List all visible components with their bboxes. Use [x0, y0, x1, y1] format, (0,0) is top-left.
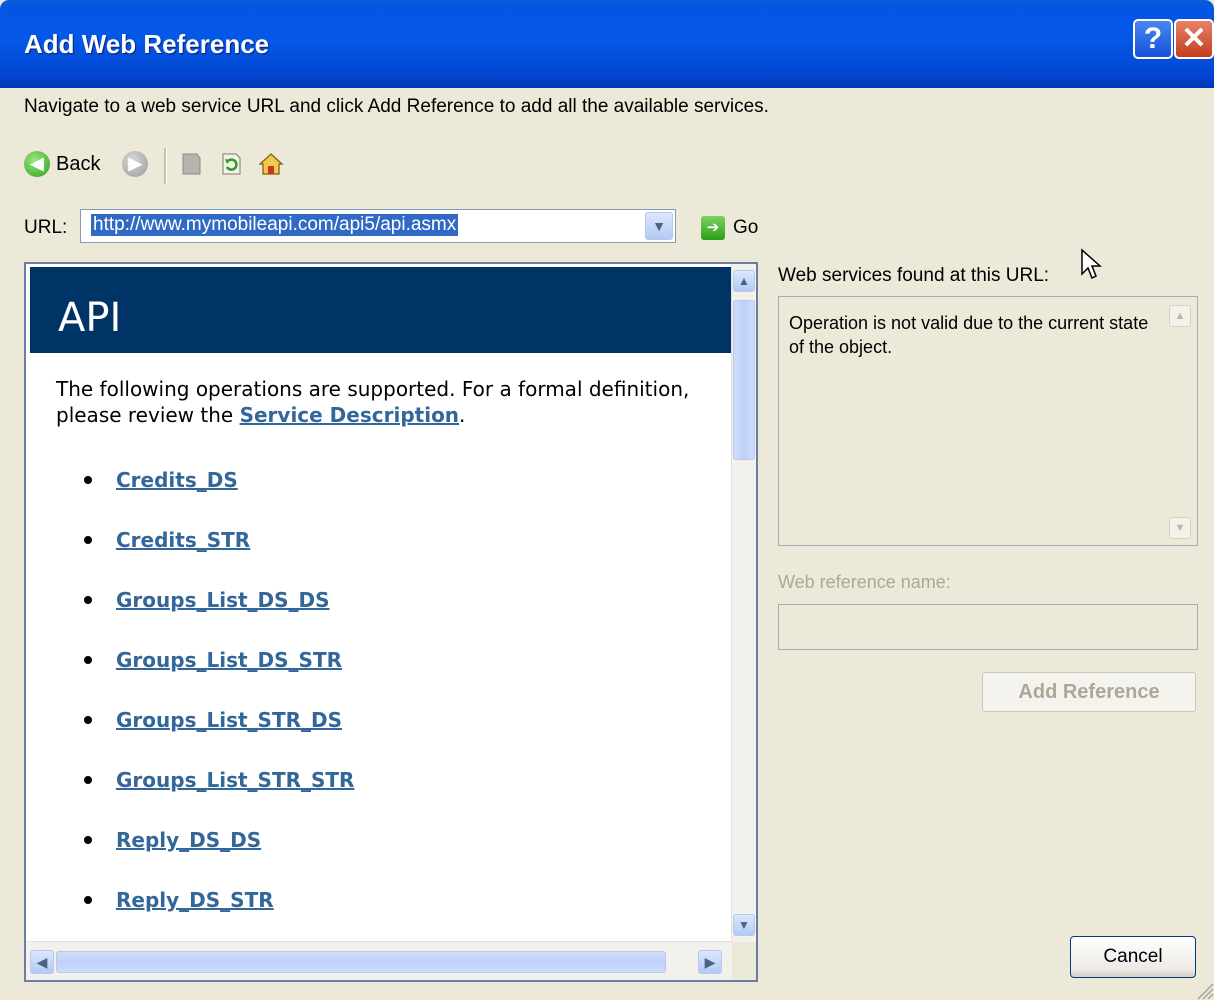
operation-link[interactable]: Groups_List_STR_STR — [116, 768, 354, 792]
service-description-link[interactable]: Service Description — [240, 403, 459, 427]
services-found-label: Web services found at this URL: — [778, 265, 1050, 286]
toolbar-separator — [164, 148, 167, 184]
horizontal-scrollbar[interactable]: ◀ ▶ — [26, 941, 732, 980]
operation-item: Credits_DS — [84, 468, 238, 492]
home-icon — [258, 153, 284, 175]
go-button[interactable]: ➔ Go — [701, 216, 758, 240]
vertical-scrollbar[interactable]: ▲ ▼ — [731, 264, 756, 942]
api-banner: API — [30, 267, 732, 353]
bullet-icon — [84, 536, 92, 544]
services-found-box[interactable]: Operation is not valid due to the curren… — [778, 296, 1198, 546]
vertical-scroll-thumb[interactable] — [733, 300, 755, 460]
intro-suffix: . — [459, 403, 466, 427]
operation-item: Groups_List_DS_STR — [84, 648, 342, 672]
operation-item: Groups_List_STR_DS — [84, 708, 342, 732]
operation-item: Groups_List_DS_DS — [84, 588, 330, 612]
forward-arrow-icon: ▶ — [122, 151, 148, 177]
bullet-icon — [84, 896, 92, 904]
back-button[interactable]: ◀ Back — [24, 142, 100, 186]
operation-link[interactable]: Groups_List_STR_DS — [116, 708, 342, 732]
web-reference-name-label: Web reference name: — [778, 572, 951, 592]
web-browser-pane[interactable]: API The following operations are support… — [24, 262, 758, 982]
window-title: Add Web Reference — [24, 29, 270, 59]
stop-button[interactable] — [180, 142, 202, 186]
web-reference-name-input[interactable] — [778, 604, 1198, 650]
operation-link[interactable]: Credits_DS — [116, 468, 238, 492]
refresh-icon — [222, 153, 241, 175]
operation-link[interactable]: Reply_DS_STR — [116, 888, 274, 912]
services-message: Operation is not valid due to the curren… — [789, 313, 1149, 357]
url-input[interactable]: http://www.mymobileapi.com/api5/api.asmx — [91, 214, 459, 236]
scroll-up-icon: ▲ — [1169, 305, 1191, 327]
bullet-icon — [84, 656, 92, 664]
browser-content: API The following operations are support… — [26, 264, 732, 942]
url-combobox[interactable]: http://www.mymobileapi.com/api5/api.asmx… — [80, 209, 676, 243]
scroll-right-icon[interactable]: ▶ — [698, 950, 722, 974]
horizontal-scroll-thumb[interactable] — [56, 951, 666, 973]
scroll-left-icon[interactable]: ◀ — [30, 950, 54, 974]
stop-icon — [182, 153, 201, 175]
mouse-cursor-icon — [1081, 248, 1102, 280]
operation-link[interactable]: Credits_STR — [116, 528, 250, 552]
back-label: Back — [56, 152, 101, 175]
operation-item: Reply_DS_DS — [84, 828, 261, 852]
intro-text: The following operations are supported. … — [56, 376, 716, 428]
help-button[interactable]: ? — [1133, 19, 1173, 59]
refresh-button[interactable] — [220, 142, 242, 186]
scroll-down-icon: ▼ — [1169, 517, 1191, 539]
scroll-down-icon[interactable]: ▼ — [733, 914, 755, 936]
scroll-corner — [732, 942, 756, 980]
operation-link[interactable]: Groups_List_DS_STR — [116, 648, 342, 672]
bullet-icon — [84, 476, 92, 484]
title-bar: Add Web Reference ? ✕ — [0, 0, 1214, 88]
home-button[interactable] — [258, 142, 284, 186]
back-arrow-icon: ◀ — [24, 151, 50, 177]
bullet-icon — [84, 776, 92, 784]
add-reference-button[interactable]: Add Reference — [982, 672, 1196, 712]
operation-item: Credits_STR — [84, 528, 250, 552]
operation-link[interactable]: Groups_List_DS_DS — [116, 588, 330, 612]
go-arrow-icon: ➔ — [701, 216, 725, 240]
forward-button[interactable]: ▶ — [122, 142, 148, 186]
url-label: URL: — [24, 217, 68, 238]
api-title: API — [58, 295, 122, 341]
bullet-icon — [84, 596, 92, 604]
bullet-icon — [84, 716, 92, 724]
operation-item: Groups_List_STR_STR — [84, 768, 354, 792]
instruction-text: Navigate to a web service URL and click … — [24, 96, 769, 117]
scroll-up-icon[interactable]: ▲ — [733, 270, 755, 292]
services-scrollbar: ▲ ▼ — [1169, 305, 1193, 539]
bullet-icon — [84, 836, 92, 844]
resize-grip-icon[interactable] — [1194, 980, 1214, 1000]
cancel-button[interactable]: Cancel — [1070, 936, 1196, 978]
go-label: Go — [733, 217, 759, 238]
chevron-down-icon[interactable]: ▼ — [645, 212, 673, 240]
close-button[interactable]: ✕ — [1174, 19, 1214, 59]
operation-item: Reply_DS_STR — [84, 888, 274, 912]
operation-link[interactable]: Reply_DS_DS — [116, 828, 261, 852]
